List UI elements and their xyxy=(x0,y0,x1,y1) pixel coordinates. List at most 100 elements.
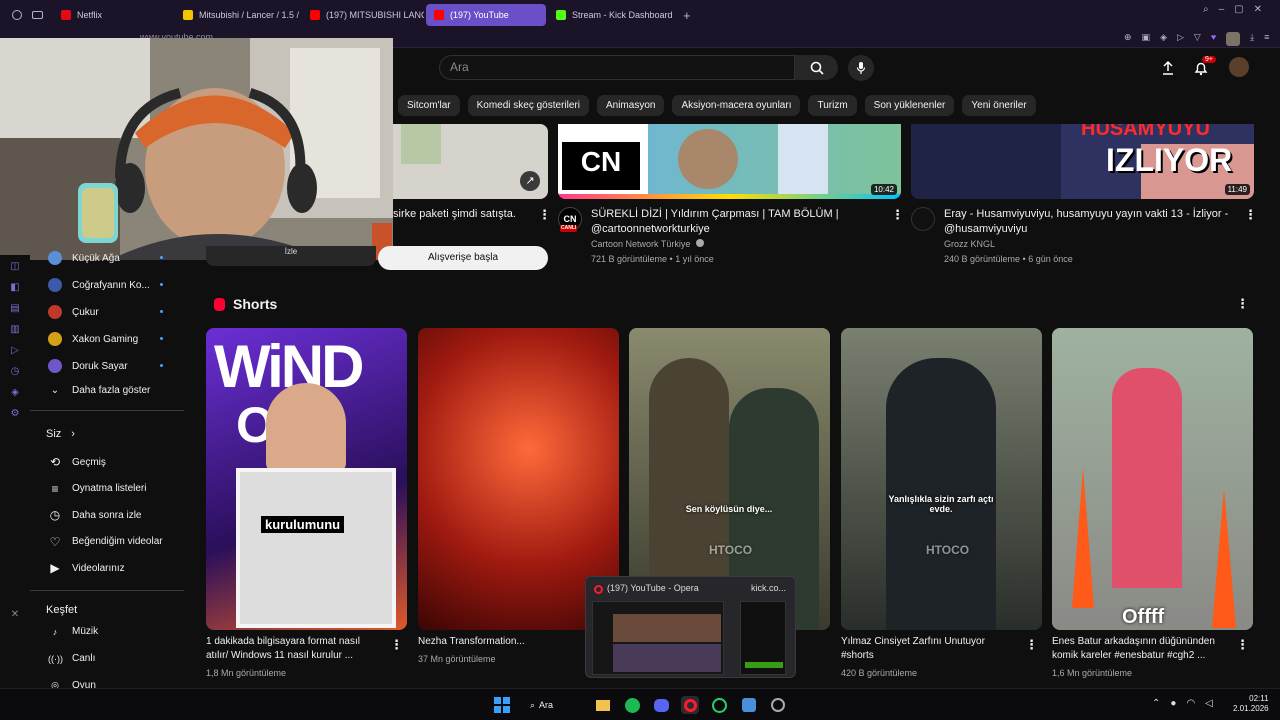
file-explorer-icon[interactable] xyxy=(594,696,612,714)
shop-button[interactable]: Alışverişe başla xyxy=(378,246,548,270)
filter-chip[interactable]: Turizm xyxy=(808,95,857,116)
open-external-icon[interactable]: ↗ xyxy=(520,171,540,191)
twitch-icon[interactable]: ▥ xyxy=(10,324,19,336)
browser-tab[interactable]: Netflix xyxy=(53,4,173,26)
taskbar-search[interactable]: ⌕ Ara xyxy=(530,697,580,713)
filter-chip[interactable]: Animasyon xyxy=(596,95,665,116)
video-more-icon[interactable]: ⋮ xyxy=(891,207,904,223)
tray-chevron-icon[interactable]: ⌃ xyxy=(1152,698,1160,709)
shorts-more-icon[interactable]: ⋮ xyxy=(1236,296,1249,312)
subscription-item[interactable]: Coğrafyanın Ko... xyxy=(48,278,163,292)
sidebar-item[interactable]: ((·)) Canlı xyxy=(48,653,95,664)
sidebar-icon-6[interactable]: ◷ xyxy=(11,366,20,378)
subscription-item[interactable]: Çukur xyxy=(48,305,163,319)
menu-icon[interactable]: ≡ xyxy=(1264,32,1269,46)
mic-tray-icon[interactable]: ● xyxy=(1170,698,1176,709)
browser-tab[interactable]: (197) YouTube xyxy=(426,4,546,26)
preview-window-2[interactable] xyxy=(740,601,786,675)
browser-tab[interactable]: (197) MITSUBISHI LANCER xyxy=(302,4,424,26)
short-thumbnail[interactable]: Offff xyxy=(1052,328,1253,630)
subscription-item[interactable]: Doruk Sayar xyxy=(48,359,163,373)
search-button[interactable] xyxy=(795,55,838,80)
notifications-button[interactable]: 9+ xyxy=(1193,56,1216,79)
video-title[interactable]: Eray - Husamviyuviyu, husamyuyu yayın va… xyxy=(944,207,1244,237)
heart-icon[interactable]: ♥ xyxy=(1211,32,1216,46)
volume-icon[interactable]: ◁ xyxy=(1205,698,1213,709)
show-more-button[interactable]: ⌄ Daha fazla göster xyxy=(48,385,151,396)
sidebar-icon-5[interactable]: ▷ xyxy=(11,345,19,357)
shield-icon[interactable]: ◈ xyxy=(1160,32,1167,46)
short-thumbnail[interactable]: Yanlışlıkla sizin zarfı açtı evde. HTOCO xyxy=(841,328,1042,630)
video-thumbnail-husam[interactable]: HUSAMYUYU IZLIYOR 11:49 xyxy=(911,124,1254,199)
clock[interactable]: 02:11 2.01.2026 xyxy=(1233,694,1269,714)
spotify-icon[interactable] xyxy=(623,696,641,714)
search-tabs-icon[interactable]: ⌕ xyxy=(1203,4,1209,15)
channel-name[interactable]: Cartoon Network Türkiye xyxy=(591,239,704,249)
taskbar-preview[interactable]: (197) YouTube - Opera kick.co... xyxy=(585,576,796,678)
maximize-icon[interactable]: ▢ xyxy=(1234,4,1243,15)
search-input[interactable]: Ara xyxy=(439,55,795,80)
channel-avatar-cn[interactable]: CN CANLI xyxy=(558,207,582,232)
wifi-icon[interactable]: ◠ xyxy=(1186,698,1195,709)
sidebar-icon-7[interactable]: ◈ xyxy=(11,387,19,399)
voice-search-button[interactable] xyxy=(848,55,874,81)
watch-chip[interactable]: İzle xyxy=(206,246,376,266)
minimize-icon[interactable]: – xyxy=(1219,4,1225,15)
filter-chip[interactable]: Komedi skeç gösterileri xyxy=(467,95,589,116)
filter-chip[interactable]: Sitcom'lar xyxy=(398,95,460,116)
ad-more-icon[interactable]: ⋮ xyxy=(538,207,551,223)
channel-name[interactable]: Grozz KNGL xyxy=(944,239,995,249)
account-avatar[interactable] xyxy=(1229,57,1249,77)
filter-chip[interactable]: Yeni öneriler xyxy=(962,95,1036,116)
video-more-icon[interactable]: ⋮ xyxy=(1244,207,1257,223)
short-title[interactable]: Nezha Transformation... xyxy=(418,635,593,649)
short-title[interactable]: 1 dakikada bilgisayara format nasıl atıl… xyxy=(206,635,381,663)
close-icon[interactable]: ✕ xyxy=(1254,4,1262,15)
short-title[interactable]: Enes Batur arkadaşının düğününden komik … xyxy=(1052,635,1227,663)
whatsapp-icon[interactable] xyxy=(710,696,728,714)
short-more-icon[interactable]: ⋮ xyxy=(1025,637,1038,653)
flow-icon[interactable]: ▽ xyxy=(1194,32,1201,46)
subscription-item[interactable]: Küçük Ağa xyxy=(48,251,163,265)
profile-avatar[interactable] xyxy=(1226,32,1241,46)
settings-icon[interactable]: ⚙ xyxy=(11,408,20,420)
filter-chip[interactable]: Son yüklenenler xyxy=(864,95,955,116)
snapshot-icon[interactable]: ▣ xyxy=(1142,32,1151,46)
browser-tab[interactable]: Stream - Kick Dashboard xyxy=(548,4,673,26)
app-icon[interactable] xyxy=(740,696,758,714)
download-icon[interactable]: ⤓ xyxy=(1250,32,1254,46)
browser-tab[interactable]: Mitsubishi / Lancer / 1.5 / xyxy=(175,4,300,26)
settings-app-icon[interactable] xyxy=(769,696,787,714)
channel-avatar-grozz[interactable] xyxy=(911,207,935,231)
sidebar-icon-3[interactable]: ▤ xyxy=(10,303,19,315)
play-icon[interactable]: ▷ xyxy=(1177,32,1184,46)
opera-taskbar-icon[interactable] xyxy=(681,696,699,714)
video-thumbnail-cn[interactable]: CN 10:42 xyxy=(558,124,901,199)
you-section-header[interactable]: Siz › xyxy=(46,428,75,440)
sidebar-icon-1[interactable]: ◫ xyxy=(10,261,19,273)
short-more-icon[interactable]: ⋮ xyxy=(1236,637,1249,653)
short-thumbnail[interactable]: WiND OS kurulumunu xyxy=(206,328,407,630)
ad-title[interactable]: sirke paketi şimdi satışta. xyxy=(393,207,516,222)
sidebar-item[interactable]: ◷ Daha sonra izle xyxy=(48,508,142,522)
short-more-icon[interactable]: ⋮ xyxy=(390,637,403,653)
sidebar-item[interactable]: ♪ Müzik xyxy=(48,626,98,637)
discord-icon[interactable] xyxy=(652,696,670,714)
filter-chip[interactable]: Aksiyon-macera oyunları xyxy=(672,95,801,116)
sidebar-item[interactable]: ♡ Beğendiğim videolar xyxy=(48,535,163,549)
preview-window-1[interactable] xyxy=(592,601,724,675)
new-tab-button[interactable]: + xyxy=(683,8,691,23)
subscription-item[interactable]: Xakon Gaming xyxy=(48,332,163,346)
sidebar-icon-2[interactable]: ◧ xyxy=(10,282,19,294)
sidebar-item[interactable]: ≡ Oynatma listeleri xyxy=(48,482,146,496)
upload-button[interactable] xyxy=(1160,60,1176,79)
video-title[interactable]: SÜREKLİ DİZİ | Yıldırım Çarpması | TAM B… xyxy=(591,207,891,237)
short-title[interactable]: Yılmaz Cinsiyet Zarfını Unutuyor #shorts xyxy=(841,635,1016,663)
tabs-menu-icon[interactable] xyxy=(32,11,43,19)
sidebar-icon-9[interactable]: ✕ xyxy=(11,609,19,621)
start-button[interactable] xyxy=(493,696,511,714)
sidebar-item[interactable]: ⟲ Geçmiş xyxy=(48,455,106,469)
video-thumbnail-ad[interactable]: ↗ xyxy=(393,124,548,199)
workspace-icon[interactable] xyxy=(12,10,22,20)
sidebar-item[interactable]: ▶ Videolarınız xyxy=(48,561,124,575)
